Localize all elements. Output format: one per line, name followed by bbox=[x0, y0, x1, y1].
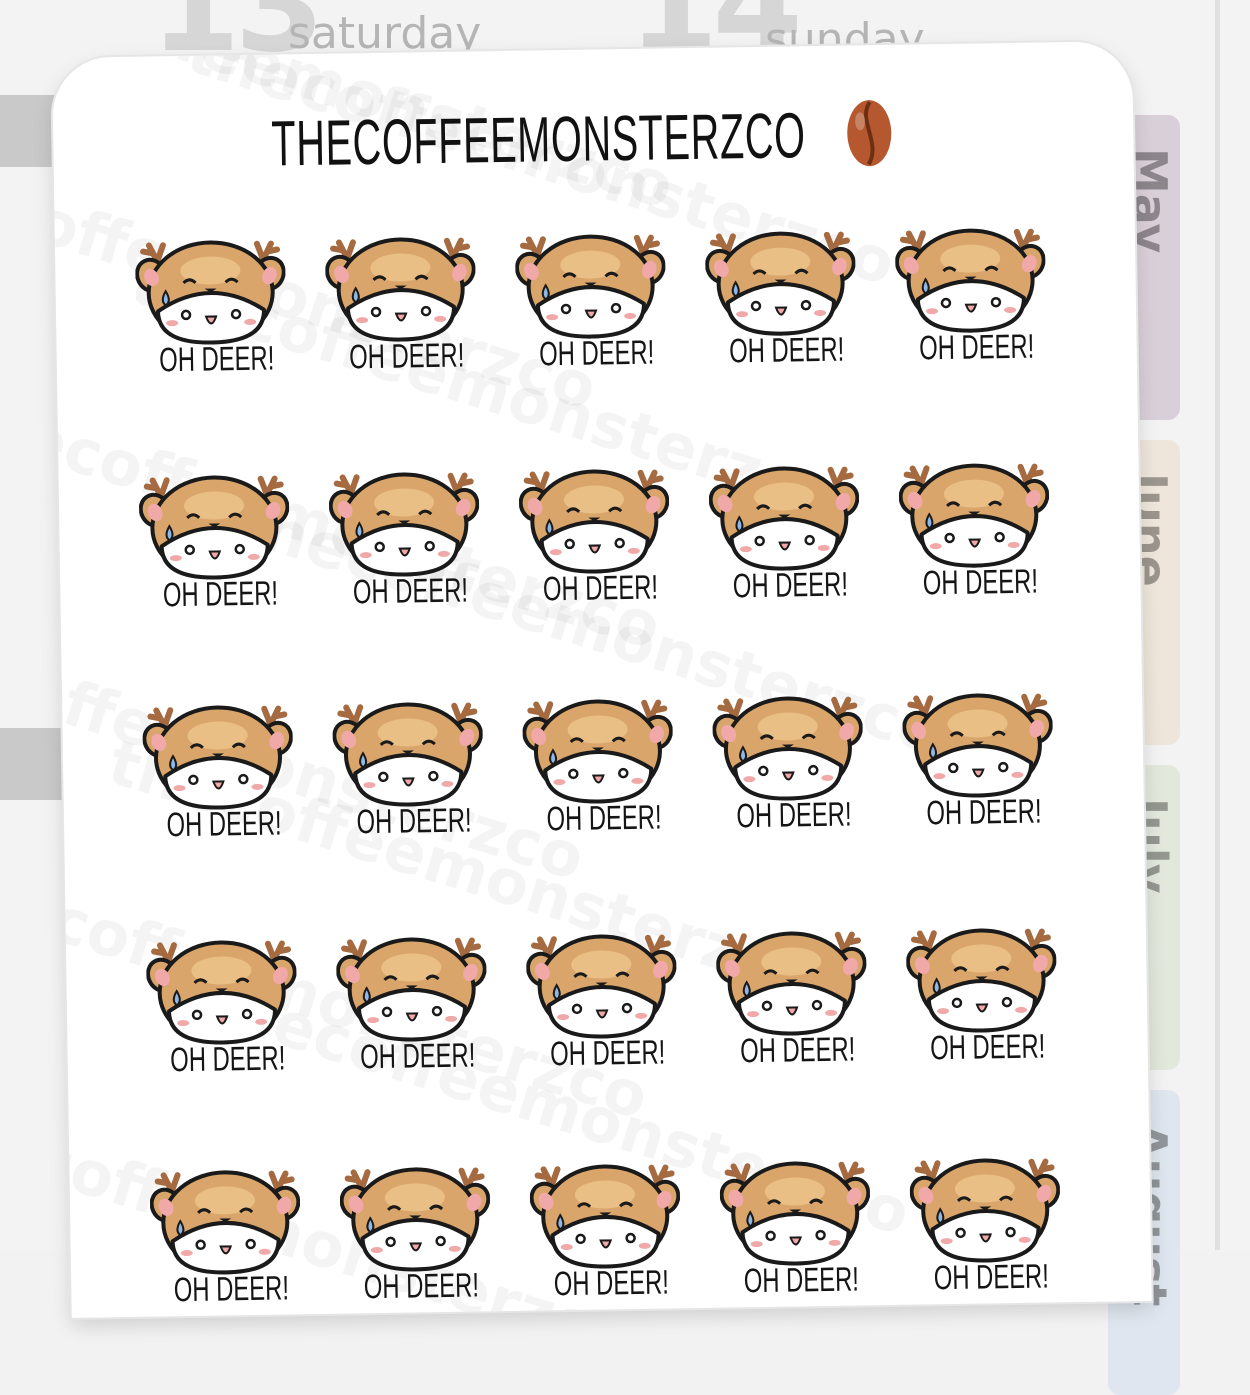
sticker-label: OH DEER! bbox=[359, 1036, 476, 1077]
deer-face-icon bbox=[894, 217, 1046, 333]
deer-sticker: OH DEER! bbox=[902, 682, 1054, 844]
deer-face-icon bbox=[704, 220, 856, 336]
day-name-saturday: saturday bbox=[288, 8, 482, 59]
deer-sticker: OH DEER! bbox=[529, 1153, 681, 1315]
deer-face-icon bbox=[514, 223, 666, 339]
sticker-label: OH DEER! bbox=[926, 792, 1042, 833]
sticker-label: OH DEER! bbox=[743, 1260, 860, 1301]
deer-face-icon bbox=[898, 452, 1050, 568]
sticker-label: OH DEER! bbox=[169, 1039, 286, 1080]
deer-face-icon bbox=[138, 464, 290, 580]
deer-sticker: OH DEER! bbox=[149, 1159, 301, 1318]
deer-face-icon bbox=[708, 455, 860, 571]
deer-sticker: OH DEER! bbox=[898, 452, 1050, 614]
sticker-label: OH DEER! bbox=[732, 565, 849, 606]
watermark-text: thecoffeemonsterzco bbox=[52, 609, 593, 895]
deer-sticker: OH DEER! bbox=[325, 226, 477, 388]
deer-sticker: OH DEER! bbox=[909, 1147, 1061, 1309]
deer-face-icon bbox=[149, 1159, 301, 1275]
sticker-label: OH DEER! bbox=[166, 804, 282, 845]
deer-sticker: OH DEER! bbox=[894, 217, 1047, 379]
deer-face-icon bbox=[719, 1150, 871, 1266]
deer-face-icon bbox=[339, 1156, 491, 1272]
deer-face-icon bbox=[135, 229, 286, 345]
sticker-label: OH DEER! bbox=[542, 568, 659, 609]
deer-sticker: OH DEER! bbox=[328, 461, 480, 623]
deer-sticker: OH DEER! bbox=[518, 458, 670, 620]
sticker-label: OH DEER! bbox=[933, 1257, 1050, 1298]
sticker-label: OH DEER! bbox=[728, 330, 845, 371]
deer-sticker: OH DEER! bbox=[719, 1150, 871, 1312]
deer-sticker: OH DEER! bbox=[146, 929, 298, 1091]
deer-sticker: OH DEER! bbox=[339, 1156, 491, 1318]
deer-face-icon bbox=[902, 682, 1053, 798]
deer-sticker: OH DEER! bbox=[335, 926, 488, 1088]
sticker-label: OH DEER! bbox=[918, 327, 1035, 368]
sticker-label: OH DEER! bbox=[352, 571, 469, 612]
deer-face-icon bbox=[518, 458, 670, 574]
deer-face-icon bbox=[142, 694, 294, 810]
deer-face-icon bbox=[712, 685, 863, 801]
deer-sticker: OH DEER! bbox=[715, 920, 868, 1082]
deer-face-icon bbox=[522, 688, 674, 804]
planner-page-edge bbox=[1215, 0, 1220, 1250]
deer-face-icon bbox=[525, 923, 677, 1039]
sticker-sheet: thecoffeemonsterzcothecoffeemonsterzcoth… bbox=[52, 41, 1152, 1318]
deer-face-icon bbox=[909, 1147, 1061, 1263]
deer-sticker: OH DEER! bbox=[514, 223, 667, 385]
deer-sticker: OH DEER! bbox=[525, 923, 678, 1085]
deer-face-icon bbox=[529, 1153, 681, 1269]
deer-face-icon bbox=[328, 461, 480, 577]
sticker-label: OH DEER! bbox=[162, 574, 279, 615]
deer-sticker: OH DEER! bbox=[138, 464, 290, 626]
deer-sticker: OH DEER! bbox=[332, 691, 484, 853]
deer-face-icon bbox=[905, 917, 1057, 1033]
deer-sticker: OH DEER! bbox=[522, 688, 674, 850]
deer-sticker: OH DEER! bbox=[142, 694, 294, 856]
sticker-label: OH DEER! bbox=[356, 801, 472, 842]
deer-sticker: OH DEER! bbox=[704, 220, 857, 382]
sticker-label: OH DEER! bbox=[538, 333, 655, 374]
sticker-label: OH DEER! bbox=[549, 1033, 666, 1074]
sticker-label: OH DEER! bbox=[363, 1266, 480, 1307]
coffee-bean-icon bbox=[847, 100, 892, 167]
sticker-label: OH DEER! bbox=[929, 1027, 1046, 1068]
deer-sticker: OH DEER! bbox=[712, 685, 864, 847]
sticker-label: OH DEER! bbox=[348, 336, 465, 377]
planner-divider-bar bbox=[0, 728, 70, 800]
deer-face-icon bbox=[335, 926, 487, 1042]
sticker-label: OH DEER! bbox=[553, 1263, 670, 1304]
sticker-label: OH DEER! bbox=[173, 1269, 290, 1310]
deer-sticker: OH DEER! bbox=[708, 455, 860, 617]
sticker-label: OH DEER! bbox=[546, 798, 662, 839]
brand-title: THECOFFEEMONSTERZCO bbox=[270, 99, 807, 180]
deer-face-icon bbox=[325, 226, 476, 342]
sticker-label: OH DEER! bbox=[922, 562, 1039, 603]
sticker-label: OH DEER! bbox=[739, 1030, 856, 1071]
deer-face-icon bbox=[146, 929, 297, 1045]
sticker-label: OH DEER! bbox=[736, 795, 852, 836]
deer-face-icon bbox=[332, 691, 484, 807]
deer-sticker: OH DEER! bbox=[135, 229, 287, 391]
deer-face-icon bbox=[715, 920, 867, 1036]
deer-sticker: OH DEER! bbox=[905, 917, 1058, 1079]
sticker-label: OH DEER! bbox=[158, 339, 275, 380]
